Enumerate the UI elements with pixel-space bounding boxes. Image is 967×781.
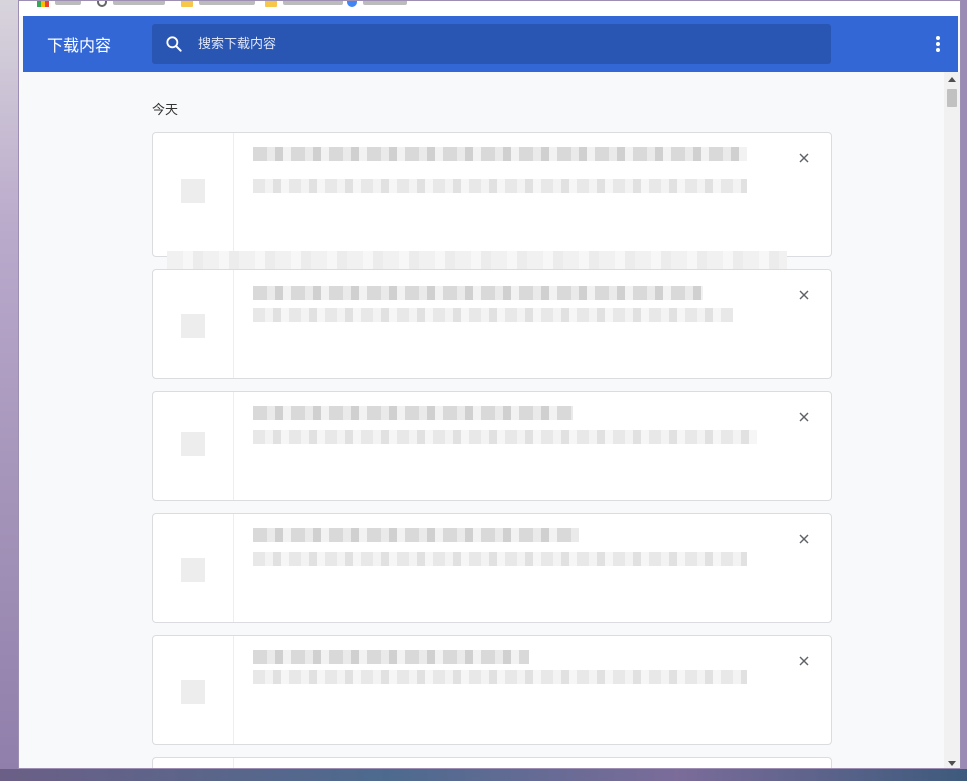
- desktop-background-left: [0, 0, 18, 781]
- close-icon: [799, 153, 809, 163]
- remove-download-button[interactable]: [795, 286, 813, 304]
- remove-download-button[interactable]: [795, 530, 813, 548]
- site-icon: [347, 1, 357, 7]
- arrow-down-icon: [948, 760, 956, 766]
- close-icon: [799, 412, 809, 422]
- search-icon[interactable]: [164, 34, 184, 54]
- bookmark-apps[interactable]: [37, 1, 81, 9]
- download-filename[interactable]: [253, 528, 579, 542]
- desktop-background-right: [961, 0, 967, 781]
- download-item[interactable]: [152, 635, 832, 745]
- download-filename[interactable]: [253, 650, 529, 664]
- bookmark-site-2[interactable]: [347, 1, 407, 9]
- arrow-up-icon: [948, 76, 956, 82]
- folder-icon: [265, 1, 277, 7]
- remove-download-button[interactable]: [795, 652, 813, 670]
- download-url[interactable]: [253, 179, 747, 193]
- bookmarks-bar: [19, 1, 960, 16]
- close-icon: [799, 290, 809, 300]
- scroll-up-button[interactable]: [944, 72, 960, 86]
- download-item[interactable]: [152, 269, 832, 379]
- download-item[interactable]: [152, 132, 832, 269]
- desktop-taskbar-strip: [0, 769, 967, 781]
- scroll-down-button[interactable]: [944, 756, 960, 768]
- bookmark-folder-2[interactable]: [265, 1, 343, 9]
- close-icon: [799, 534, 809, 544]
- download-item[interactable]: [152, 391, 832, 501]
- download-filename[interactable]: [253, 406, 573, 420]
- file-icon: [181, 680, 205, 704]
- downloads-list: 今天: [23, 72, 942, 768]
- globe-icon: [97, 1, 107, 7]
- download-item[interactable]: [152, 513, 832, 623]
- file-icon: [181, 314, 205, 338]
- download-url[interactable]: [253, 670, 747, 684]
- download-filename[interactable]: [253, 147, 747, 161]
- download-url[interactable]: [253, 308, 733, 322]
- file-icon: [181, 432, 205, 456]
- apps-grid-icon: [37, 1, 49, 7]
- remove-download-button[interactable]: [795, 149, 813, 167]
- download-item[interactable]: [152, 757, 832, 768]
- bookmark-folder-1[interactable]: [181, 1, 255, 9]
- more-options-button[interactable]: [924, 30, 952, 58]
- remove-download-button[interactable]: [795, 408, 813, 426]
- download-filename[interactable]: [253, 286, 703, 300]
- date-heading: 今天: [152, 103, 179, 118]
- search-input[interactable]: [196, 35, 800, 53]
- download-url[interactable]: [253, 430, 757, 444]
- more-vert-icon: [936, 36, 940, 52]
- vertical-scrollbar[interactable]: [944, 72, 960, 768]
- folder-icon: [181, 1, 193, 7]
- scrollbar-thumb[interactable]: [947, 89, 957, 107]
- file-icon: [181, 558, 205, 582]
- bookmark-site-1[interactable]: [97, 1, 165, 9]
- file-icon: [181, 179, 205, 203]
- search-box[interactable]: [152, 24, 831, 64]
- browser-window: 下载内容 今天: [18, 0, 961, 769]
- page-title: 下载内容: [47, 36, 112, 55]
- downloads-toolbar: 下载内容: [23, 16, 958, 72]
- download-url[interactable]: [253, 552, 747, 566]
- close-icon: [799, 656, 809, 666]
